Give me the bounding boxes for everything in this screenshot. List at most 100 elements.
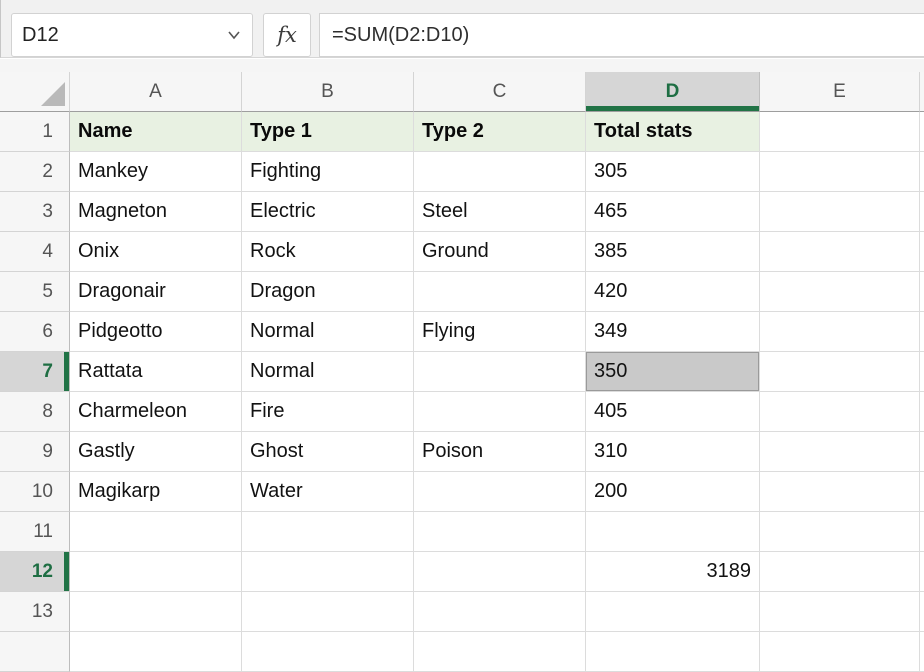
- row-header-5[interactable]: 5: [0, 272, 70, 312]
- cell-C12[interactable]: [414, 552, 586, 592]
- cell-D10[interactable]: 200: [586, 472, 760, 512]
- cell-C5[interactable]: [414, 272, 586, 312]
- cell-A5[interactable]: Dragonair: [70, 272, 242, 312]
- cell-A9[interactable]: Gastly: [70, 432, 242, 472]
- cell-partial-11: [920, 512, 924, 552]
- cell-B1[interactable]: Type 1: [242, 112, 414, 152]
- select-all-button[interactable]: [0, 72, 70, 112]
- cell-C3[interactable]: Steel: [414, 192, 586, 232]
- cell-C11[interactable]: [414, 512, 586, 552]
- column-header-D[interactable]: D: [586, 72, 760, 112]
- cell-C13[interactable]: [414, 592, 586, 632]
- cell-C9[interactable]: Poison: [414, 432, 586, 472]
- cell-D12[interactable]: 3189: [586, 552, 760, 592]
- insert-function-button[interactable]: fx: [263, 13, 311, 57]
- cell-A11[interactable]: [70, 512, 242, 552]
- cell-partial-3: [920, 192, 924, 232]
- cell-C8[interactable]: [414, 392, 586, 432]
- cell-D6[interactable]: 349: [586, 312, 760, 352]
- cell-E12[interactable]: [760, 552, 920, 592]
- cell-D8[interactable]: 405: [586, 392, 760, 432]
- cell-E8[interactable]: [760, 392, 920, 432]
- cell-C10[interactable]: [414, 472, 586, 512]
- cell-C14-partial: [414, 632, 586, 672]
- cell-D4[interactable]: 385: [586, 232, 760, 272]
- cell-A2[interactable]: Mankey: [70, 152, 242, 192]
- cell-C1[interactable]: Type 2: [414, 112, 586, 152]
- cell-partial-6: [920, 312, 924, 352]
- cell-B11[interactable]: [242, 512, 414, 552]
- name-box[interactable]: D12: [11, 13, 253, 57]
- cell-A3[interactable]: Magneton: [70, 192, 242, 232]
- cell-A10[interactable]: Magikarp: [70, 472, 242, 512]
- cell-E14-partial: [760, 632, 920, 672]
- cell-C2[interactable]: [414, 152, 586, 192]
- formula-text: =SUM(D2:D10): [332, 24, 469, 47]
- row-header-1[interactable]: 1: [0, 112, 70, 152]
- row-header-2[interactable]: 2: [0, 152, 70, 192]
- cell-E6[interactable]: [760, 312, 920, 352]
- cell-A1[interactable]: Name: [70, 112, 242, 152]
- cell-partial-14: [920, 632, 924, 672]
- cell-A8[interactable]: Charmeleon: [70, 392, 242, 432]
- cell-A4[interactable]: Onix: [70, 232, 242, 272]
- cell-B9[interactable]: Ghost: [242, 432, 414, 472]
- chevron-down-icon[interactable]: [226, 27, 242, 43]
- cell-A13[interactable]: [70, 592, 242, 632]
- cell-B2[interactable]: Fighting: [242, 152, 414, 192]
- cell-E10[interactable]: [760, 472, 920, 512]
- row-header-10[interactable]: 10: [0, 472, 70, 512]
- cell-D7[interactable]: 350: [586, 352, 760, 392]
- row-header-7[interactable]: 7: [0, 352, 70, 392]
- row-header-11[interactable]: 11: [0, 512, 70, 552]
- cell-A6[interactable]: Pidgeotto: [70, 312, 242, 352]
- cell-B6[interactable]: Normal: [242, 312, 414, 352]
- cell-B5[interactable]: Dragon: [242, 272, 414, 312]
- cell-A7[interactable]: Rattata: [70, 352, 242, 392]
- cell-D11[interactable]: [586, 512, 760, 552]
- cell-E7[interactable]: [760, 352, 920, 392]
- cell-C4[interactable]: Ground: [414, 232, 586, 272]
- column-header-B[interactable]: B: [242, 72, 414, 112]
- column-header-partial: [920, 72, 924, 112]
- formula-input[interactable]: =SUM(D2:D10): [319, 13, 924, 57]
- cell-D1[interactable]: Total stats: [586, 112, 760, 152]
- column-header-C[interactable]: C: [414, 72, 586, 112]
- cell-E5[interactable]: [760, 272, 920, 312]
- cell-D13[interactable]: [586, 592, 760, 632]
- cell-D2[interactable]: 305: [586, 152, 760, 192]
- cell-E13[interactable]: [760, 592, 920, 632]
- cell-C6[interactable]: Flying: [414, 312, 586, 352]
- cell-B13[interactable]: [242, 592, 414, 632]
- cell-D5[interactable]: 420: [586, 272, 760, 312]
- cell-B10[interactable]: Water: [242, 472, 414, 512]
- cell-D3[interactable]: 465: [586, 192, 760, 232]
- cell-partial-4: [920, 232, 924, 272]
- cell-B4[interactable]: Rock: [242, 232, 414, 272]
- cell-B7[interactable]: Normal: [242, 352, 414, 392]
- cell-B8[interactable]: Fire: [242, 392, 414, 432]
- spreadsheet-grid: ABCDE 1NameType 1Type 2Total stats 2Mankey…: [0, 72, 924, 672]
- column-header-E[interactable]: E: [760, 72, 920, 112]
- row-header-13[interactable]: 13: [0, 592, 70, 632]
- cell-E9[interactable]: [760, 432, 920, 472]
- cell-E4[interactable]: [760, 232, 920, 272]
- cell-D9[interactable]: 310: [586, 432, 760, 472]
- row-header-6[interactable]: 6: [0, 312, 70, 352]
- row-header-4[interactable]: 4: [0, 232, 70, 272]
- cell-C7[interactable]: [414, 352, 586, 392]
- column-header-A[interactable]: A: [70, 72, 242, 112]
- cell-B12[interactable]: [242, 552, 414, 592]
- cell-E1[interactable]: [760, 112, 920, 152]
- cell-E3[interactable]: [760, 192, 920, 232]
- row-header-3[interactable]: 3: [0, 192, 70, 232]
- row-header-9[interactable]: 9: [0, 432, 70, 472]
- cell-B3[interactable]: Electric: [242, 192, 414, 232]
- cell-A12[interactable]: [70, 552, 242, 592]
- cell-B14-partial: [242, 632, 414, 672]
- cell-A14-partial: [70, 632, 242, 672]
- row-header-12[interactable]: 12: [0, 552, 70, 592]
- row-header-8[interactable]: 8: [0, 392, 70, 432]
- cell-E11[interactable]: [760, 512, 920, 552]
- cell-E2[interactable]: [760, 152, 920, 192]
